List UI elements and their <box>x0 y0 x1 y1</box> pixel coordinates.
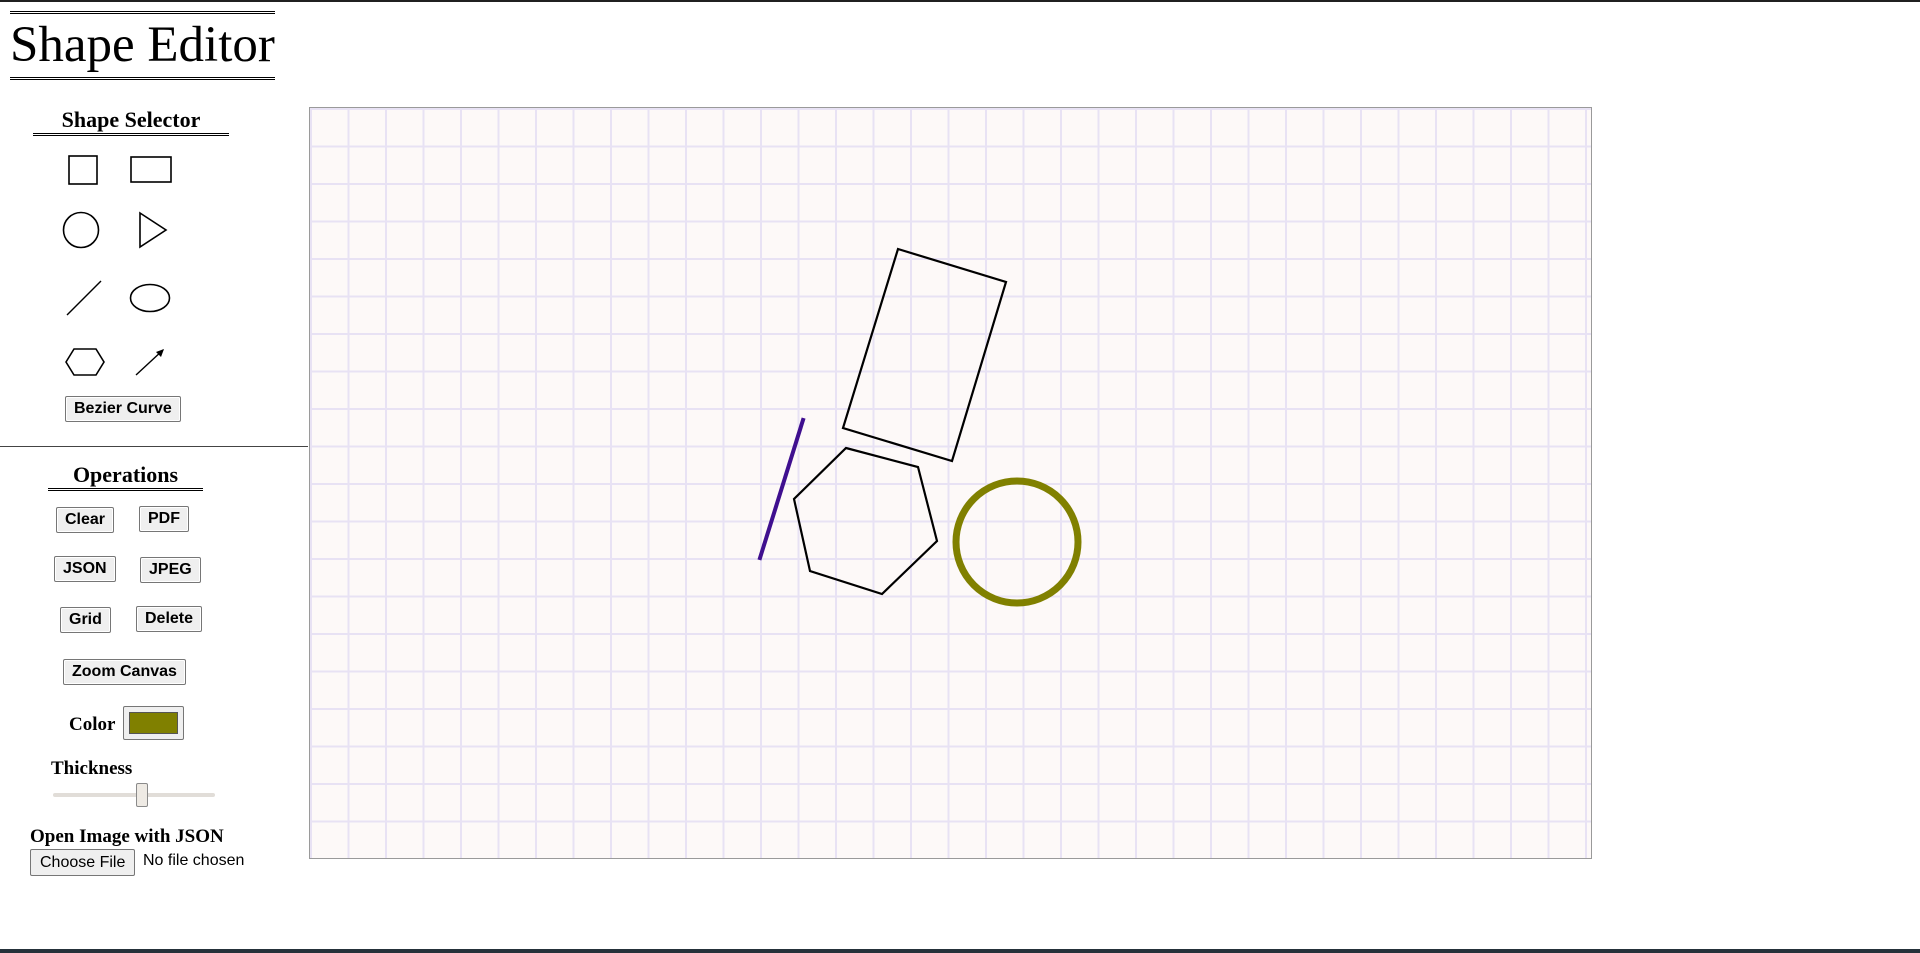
thickness-label: Thickness <box>51 758 133 779</box>
choose-file-button[interactable]: Choose File <box>30 849 136 876</box>
pdf-button[interactable]: PDF <box>139 506 189 532</box>
rectangle-shape-button[interactable] <box>129 148 173 192</box>
thickness-slider[interactable] <box>53 783 215 807</box>
thickness-slider-thumb[interactable] <box>135 783 148 807</box>
square-icon <box>68 155 98 185</box>
canvas-rotated-rectangle[interactable] <box>841 247 1008 463</box>
json-button[interactable]: JSON <box>54 556 116 582</box>
ellipse-icon <box>129 283 171 313</box>
open-json-label: Open Image with JSON <box>30 826 224 847</box>
window-top-border <box>0 0 1920 2</box>
line-shape-button[interactable] <box>62 276 106 320</box>
sidebar-divider <box>0 446 308 447</box>
app-title: Shape Editor <box>10 11 275 80</box>
canvas-drawing-layer <box>757 247 1082 607</box>
ellipse-shape-button[interactable] <box>128 276 172 320</box>
canvas-line[interactable] <box>757 417 806 561</box>
canvas-circle[interactable] <box>952 477 1082 607</box>
clear-button[interactable]: Clear <box>56 507 115 533</box>
delete-button[interactable]: Delete <box>136 606 203 632</box>
window-bottom-border <box>0 949 1920 953</box>
triangle-shape-button[interactable] <box>131 208 175 252</box>
color-label: Color <box>69 714 116 735</box>
hexagon-shape-button[interactable] <box>63 340 107 384</box>
triangle-icon <box>139 211 168 249</box>
circle-shape-button[interactable] <box>59 208 103 252</box>
line-icon <box>66 280 102 316</box>
rectangle-icon <box>130 156 172 183</box>
arrow-shape-button[interactable] <box>128 340 172 384</box>
hexagon-icon <box>65 348 105 376</box>
color-swatch <box>129 712 178 734</box>
shape-selector-title: Shape Selector <box>33 107 229 136</box>
operations-title: Operations <box>48 462 203 491</box>
grid-button[interactable]: Grid <box>60 607 111 633</box>
file-status-text: No file chosen <box>143 852 245 869</box>
drawing-canvas[interactable] <box>309 107 1592 859</box>
arrow-icon <box>135 349 164 376</box>
jpeg-button[interactable]: JPEG <box>140 557 201 583</box>
color-picker[interactable] <box>123 706 184 740</box>
zoom-canvas-button[interactable]: Zoom Canvas <box>63 659 186 685</box>
canvas-hexagon[interactable] <box>792 446 939 596</box>
square-shape-button[interactable] <box>61 148 105 192</box>
bezier-curve-button[interactable]: Bezier Curve <box>65 396 181 422</box>
circle-icon <box>62 211 100 249</box>
thickness-slider-track <box>53 793 215 797</box>
